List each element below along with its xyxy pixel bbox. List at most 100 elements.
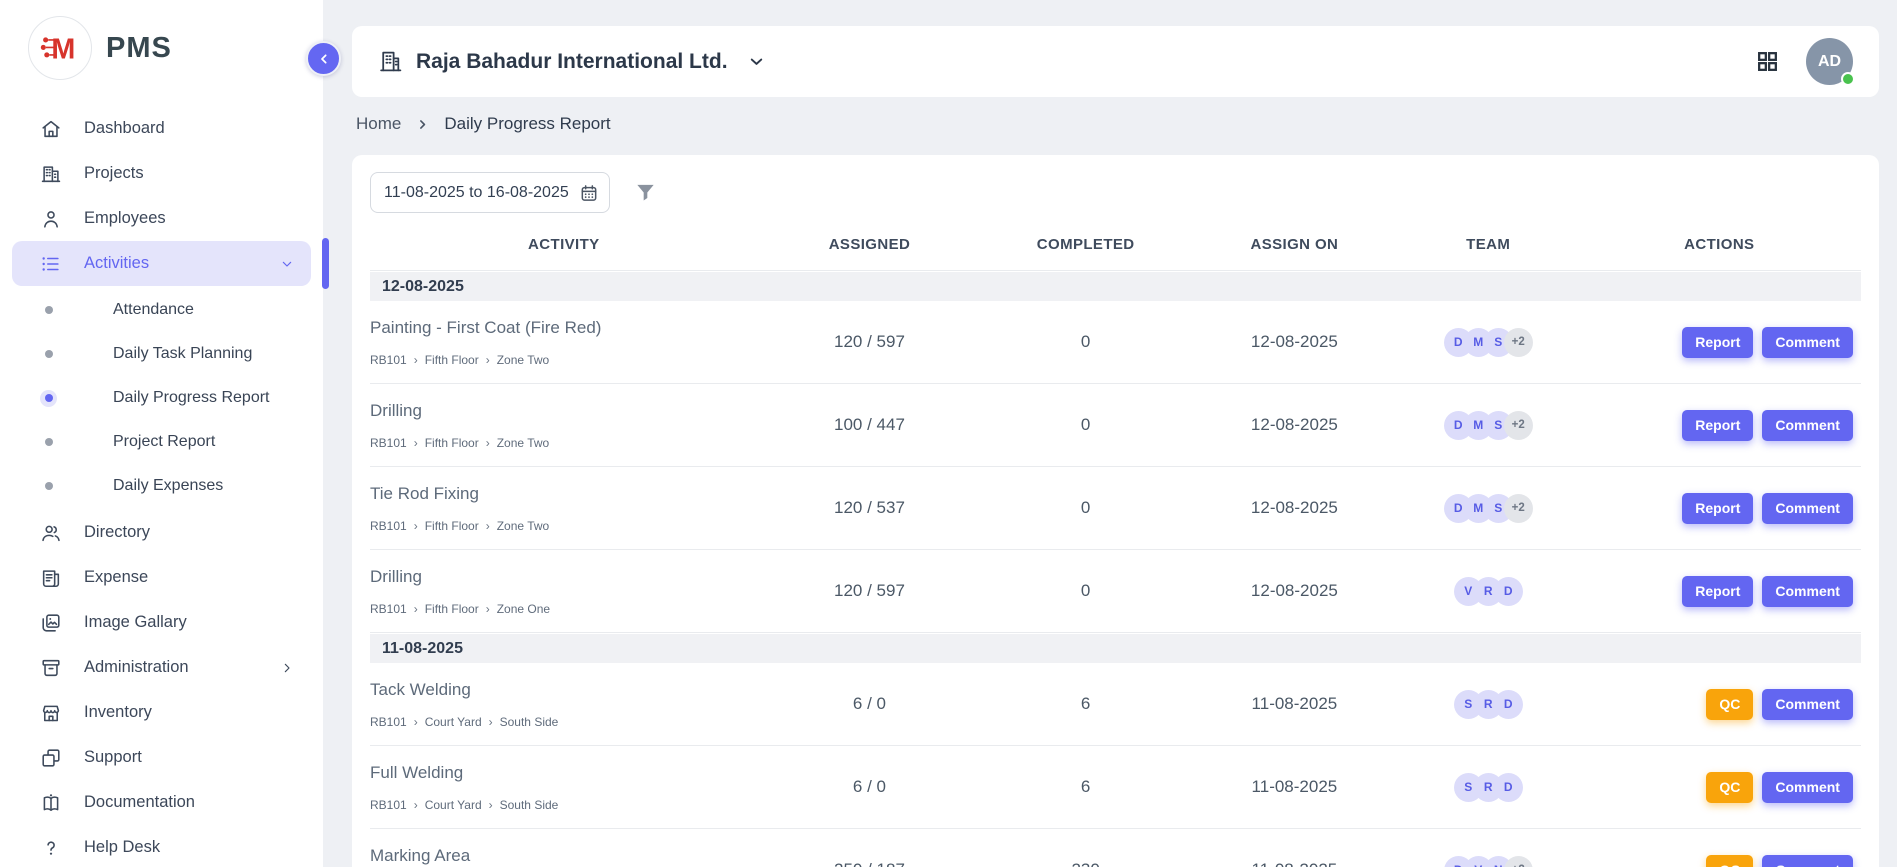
row-actions: Report Comment xyxy=(1578,493,1861,524)
path-segment: Zone One xyxy=(497,602,550,616)
date-group-row: 11-08-2025 xyxy=(370,634,1861,663)
bullet-dot-icon xyxy=(40,390,57,407)
column-header-assign-on: ASSIGN ON xyxy=(1190,236,1399,253)
sidebar-item-label: Administration xyxy=(84,658,189,677)
calendar-icon xyxy=(579,183,599,203)
team-avatars: DMS+2 xyxy=(1399,494,1578,523)
comment-button[interactable]: Comment xyxy=(1762,493,1853,524)
sidebar-item-help-desk[interactable]: Help Desk xyxy=(12,825,311,867)
comment-button[interactable]: Comment xyxy=(1762,576,1853,607)
date-range-input[interactable]: 11-08-2025 to 16-08-2025 xyxy=(370,172,610,213)
sidebar-item-expense[interactable]: Expense xyxy=(12,555,311,600)
sidebar-item-activities[interactable]: Activities xyxy=(12,241,311,286)
sidebar-subitem-project-report[interactable]: Project Report xyxy=(0,420,323,464)
activity-title: Drilling xyxy=(370,567,748,587)
sidebar-subitem-daily-expenses[interactable]: Daily Expenses xyxy=(0,464,323,508)
pms-logo: M xyxy=(28,16,92,80)
sidebar-subitem-daily-progress-report[interactable]: Daily Progress Report xyxy=(0,376,323,420)
comment-button[interactable]: Comment xyxy=(1762,689,1853,720)
path-segment: Fifth Floor xyxy=(425,602,479,616)
sidebar-item-support[interactable]: Support xyxy=(12,735,311,780)
sidebar-item-employees[interactable]: Employees xyxy=(12,196,311,241)
building-icon xyxy=(40,163,62,185)
assigned-value: 6 / 0 xyxy=(758,777,982,797)
path-segment: Court Yard xyxy=(425,715,482,729)
sidebar-subitem-daily-task-planning[interactable]: Daily Task Planning xyxy=(0,332,323,376)
sidebar-subitem-attendance[interactable]: Attendance xyxy=(0,288,323,332)
path-chevron-icon: › xyxy=(489,715,493,729)
assigned-value: 120 / 537 xyxy=(758,498,982,518)
online-status-dot xyxy=(1841,72,1855,86)
assigned-value: 100 / 447 xyxy=(758,415,982,435)
activity-row: Marking Area RB101›Fifth Floor›Zone Two … xyxy=(370,829,1861,867)
path-segment: RB101 xyxy=(370,602,407,616)
assigned-value: 120 / 597 xyxy=(758,332,982,352)
qc-button[interactable]: QC xyxy=(1706,689,1753,720)
qc-button[interactable]: QC xyxy=(1706,855,1753,867)
brand-name: PMS xyxy=(106,32,172,65)
activity-row: Drilling RB101›Fifth Floor›Zone Two 100 … xyxy=(370,384,1861,467)
activity-title: Full Welding xyxy=(370,763,748,783)
sidebar-item-label: Expense xyxy=(84,568,148,587)
activity-location-path: RB101›Court Yard›South Side xyxy=(370,715,748,729)
team-avatars: DMS+2 xyxy=(1399,411,1578,440)
completed-value: 0 xyxy=(981,415,1190,435)
breadcrumb-home-link[interactable]: Home xyxy=(356,114,401,134)
path-chevron-icon: › xyxy=(414,602,418,616)
comment-button[interactable]: Comment xyxy=(1762,410,1853,441)
sidebar-item-label: Activities xyxy=(84,254,149,273)
comment-button[interactable]: Comment xyxy=(1762,327,1853,358)
sidebar-collapse-button[interactable] xyxy=(306,41,341,76)
store-icon xyxy=(40,702,62,724)
row-actions: QC Comment xyxy=(1578,689,1861,720)
sidebar-item-inventory[interactable]: Inventory xyxy=(12,690,311,735)
row-actions: Report Comment xyxy=(1578,576,1861,607)
sidebar-item-administration[interactable]: Administration xyxy=(12,645,311,690)
bullet-dot-icon xyxy=(40,302,57,319)
qc-button[interactable]: QC xyxy=(1706,772,1753,803)
report-button[interactable]: Report xyxy=(1682,493,1753,524)
path-segment: Fifth Floor xyxy=(425,436,479,450)
path-segment: RB101 xyxy=(370,519,407,533)
sidebar-subitem-label: Daily Task Planning xyxy=(113,345,252,363)
sidebar-item-label: Dashboard xyxy=(84,119,165,138)
comment-button[interactable]: Comment xyxy=(1762,772,1853,803)
breadcrumb: Home Daily Progress Report xyxy=(356,114,611,134)
path-segment: RB101 xyxy=(370,715,407,729)
sidebar-item-label: Inventory xyxy=(84,703,152,722)
receipt-icon xyxy=(40,567,62,589)
filter-funnel-icon[interactable] xyxy=(634,181,657,204)
assign-on-date: 12-08-2025 xyxy=(1190,498,1399,518)
chevron-right-icon xyxy=(416,118,429,131)
content-card: 11-08-2025 to 16-08-2025 ACTIVITYASSIGNE… xyxy=(352,155,1879,867)
sidebar-item-label: Employees xyxy=(84,209,166,228)
team-avatars: DVN+2 xyxy=(1399,856,1578,867)
group-date: 12-08-2025 xyxy=(382,278,464,296)
report-button[interactable]: Report xyxy=(1682,327,1753,358)
sidebar-item-directory[interactable]: Directory xyxy=(12,510,311,555)
path-chevron-icon: › xyxy=(486,602,490,616)
sidebar-item-label: Help Desk xyxy=(84,838,160,857)
row-actions: Report Comment xyxy=(1578,410,1861,441)
path-chevron-icon: › xyxy=(486,436,490,450)
apps-grid-icon[interactable] xyxy=(1755,49,1780,74)
user-avatar[interactable]: AD xyxy=(1806,38,1853,85)
sidebar-item-image-gallary[interactable]: Image Gallary xyxy=(12,600,311,645)
path-segment: Fifth Floor xyxy=(425,519,479,533)
company-selector[interactable]: Raja Bahadur International Ltd. xyxy=(378,49,766,74)
sidebar-item-dashboard[interactable]: Dashboard xyxy=(12,106,311,151)
list-icon xyxy=(40,253,62,275)
column-header-activity: ACTIVITY xyxy=(370,236,758,253)
assign-on-date: 11-08-2025 xyxy=(1190,777,1399,797)
comment-button[interactable]: Comment xyxy=(1762,855,1853,867)
team-avatars: SRD xyxy=(1399,773,1578,802)
team-overflow-badge: +2 xyxy=(1504,856,1533,867)
report-button[interactable]: Report xyxy=(1682,576,1753,607)
top-bar: Raja Bahadur International Ltd. AD xyxy=(352,26,1879,97)
sidebar-item-projects[interactable]: Projects xyxy=(12,151,311,196)
sidebar-item-documentation[interactable]: Documentation xyxy=(12,780,311,825)
team-avatars: VRD xyxy=(1399,577,1578,606)
completed-value: 0 xyxy=(981,581,1190,601)
report-button[interactable]: Report xyxy=(1682,410,1753,441)
company-name: Raja Bahadur International Ltd. xyxy=(416,50,728,74)
